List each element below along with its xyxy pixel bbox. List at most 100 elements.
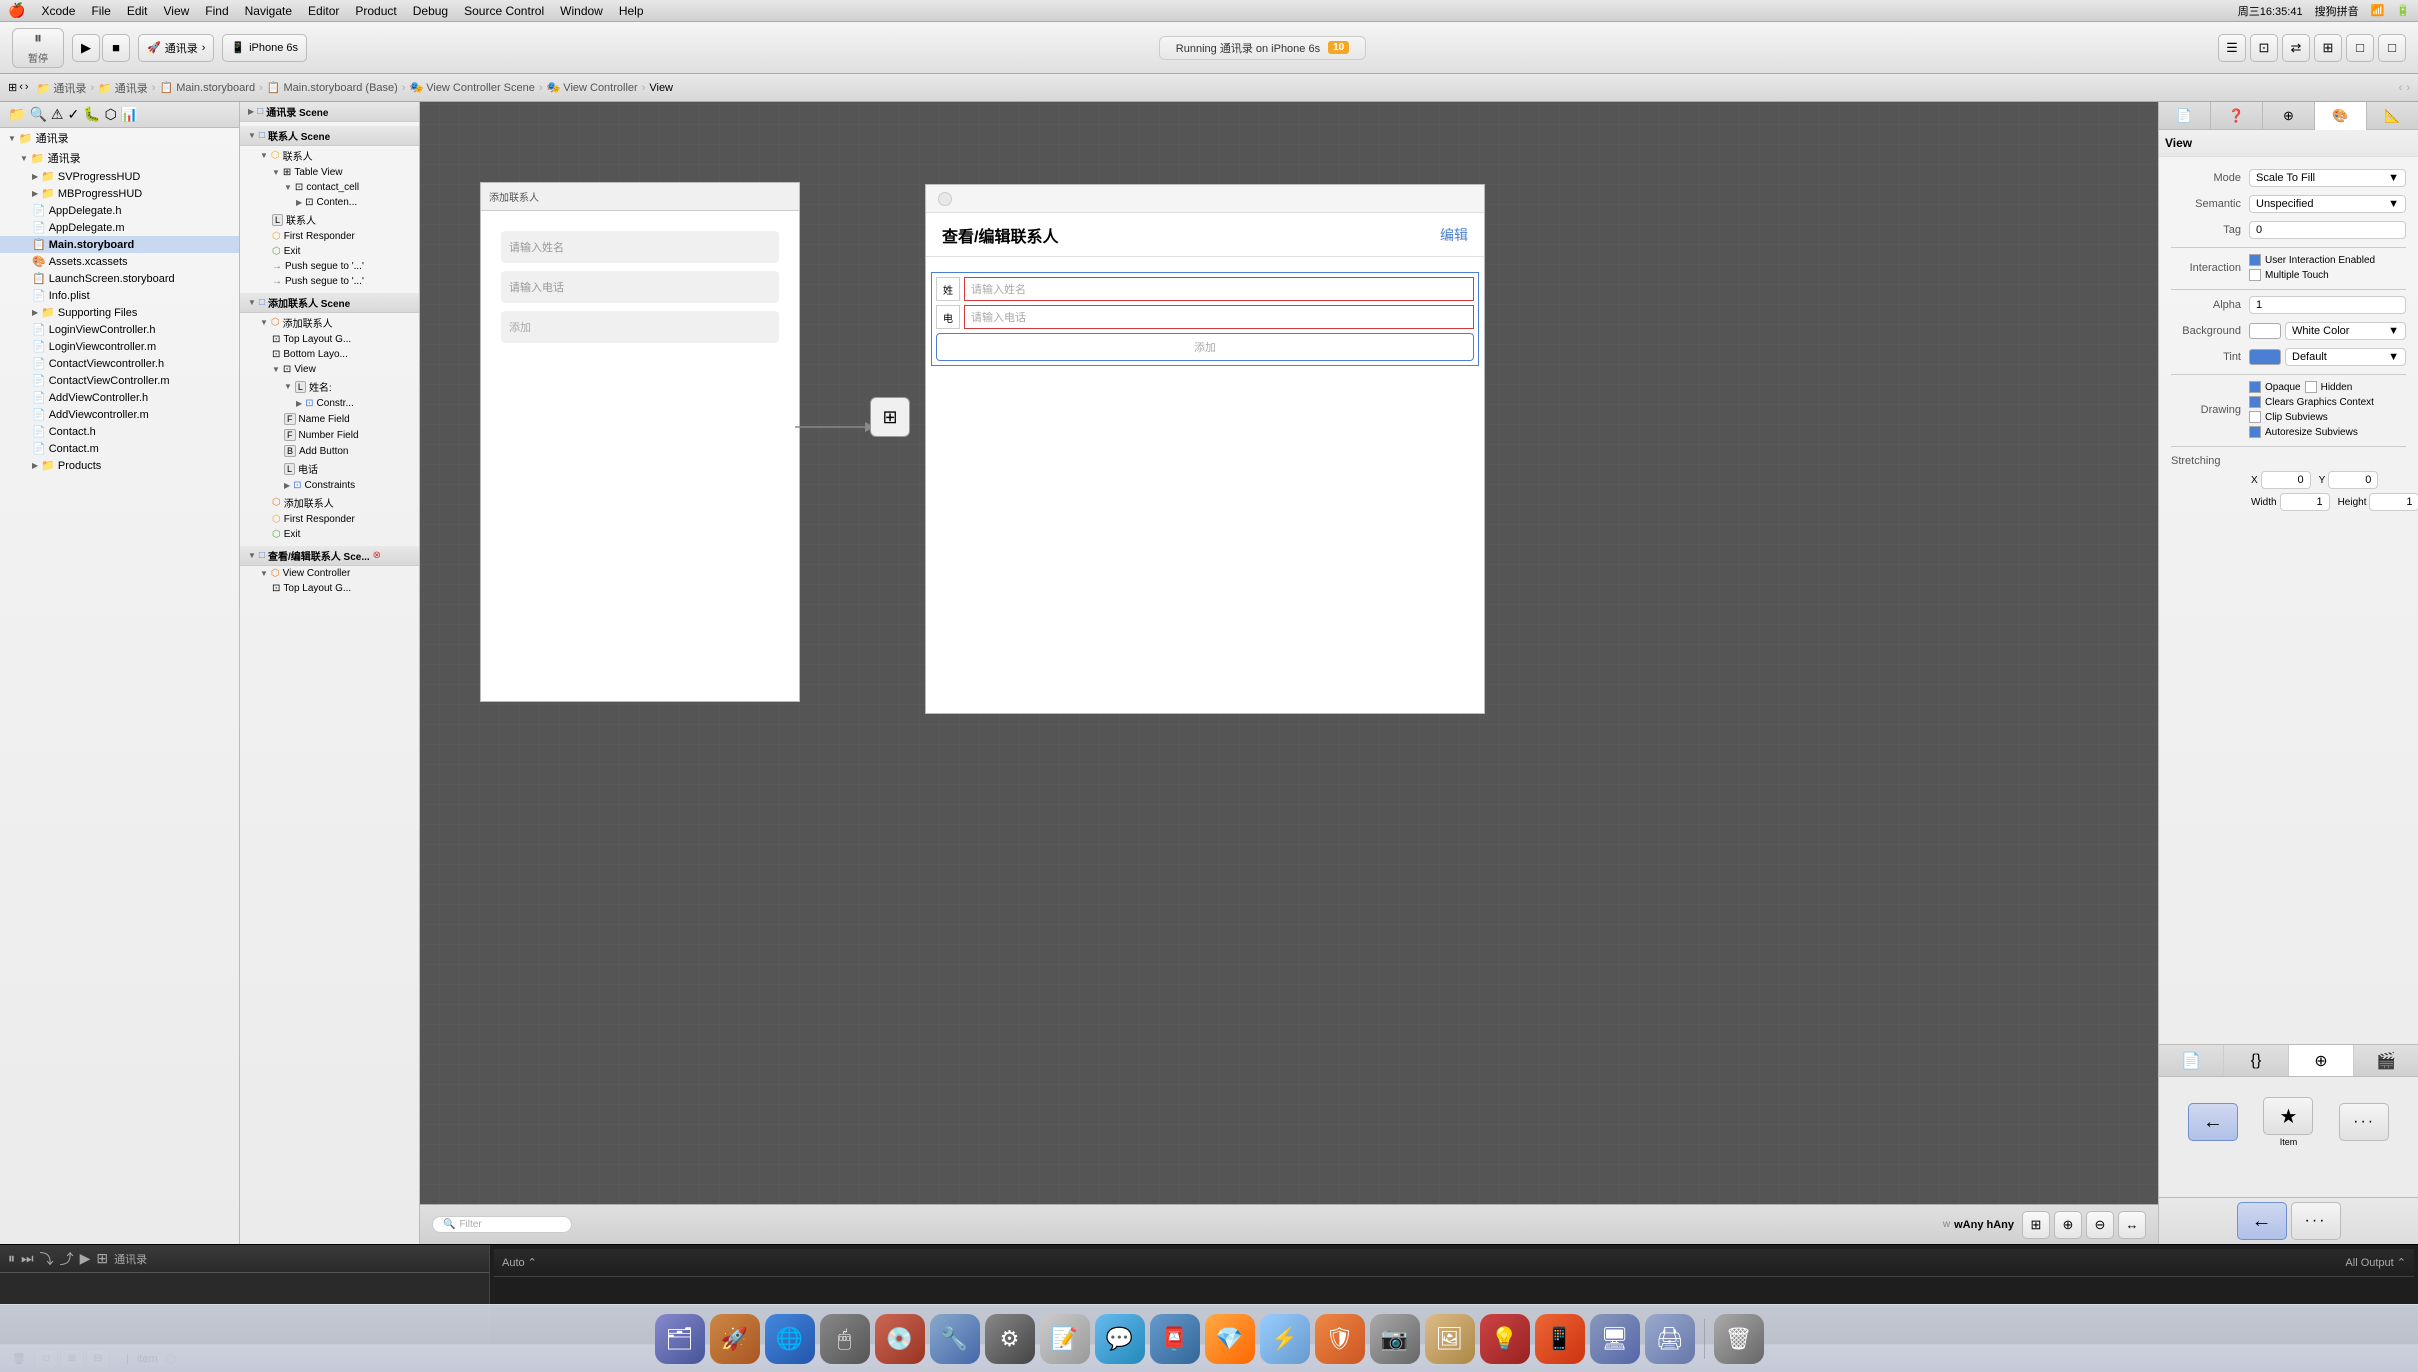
inspector-tab-quick[interactable]: ❓	[2211, 102, 2263, 130]
zoom-in[interactable]: ⊕	[2054, 1211, 2082, 1239]
navigator-toggle[interactable]: ☰	[2218, 34, 2246, 62]
multiple-touch-checkbox[interactable]	[2249, 269, 2261, 281]
dock-dvd[interactable]: 💿	[875, 1314, 925, 1364]
top-layout-g2[interactable]: ⊡ Top Layout G...	[240, 581, 419, 596]
breadcrumb-forward[interactable]: ›	[25, 81, 29, 94]
tree-mbprogresshud[interactable]: ▶ 📁 MBProgressHUD	[0, 185, 239, 202]
debug-step-icon[interactable]: ⏭	[21, 1250, 34, 1267]
library-tab-object[interactable]: ⊕	[2289, 1045, 2354, 1076]
push-segue-1[interactable]: → Push segue to '...'	[240, 259, 419, 274]
nav-icon-test[interactable]: ✓	[67, 106, 79, 123]
background-swatch[interactable]	[2249, 323, 2281, 339]
tree-appdelegate-m[interactable]: 📄 AppDelegate.m	[0, 219, 239, 236]
dock-security[interactable]: 🛡	[1315, 1314, 1365, 1364]
clears-checkbox[interactable]	[2249, 396, 2261, 408]
exit-2[interactable]: ⬡ Exit	[240, 527, 419, 542]
breadcrumb-item-5[interactable]: 🎭 View Controller Scene	[409, 81, 534, 94]
semantic-value[interactable]: Unspecified ▼	[2249, 195, 2406, 213]
tint-swatch[interactable]	[2249, 349, 2281, 365]
breadcrumb-item-1[interactable]: 📁 通讯录	[37, 80, 87, 96]
exit-1[interactable]: ⬡ Exit	[240, 244, 419, 259]
library-tab-code[interactable]: {}	[2224, 1045, 2289, 1076]
xingming[interactable]: ▼ L 姓名:	[240, 377, 419, 396]
run-button[interactable]: ▶	[72, 34, 100, 62]
dock-notes[interactable]: 📝	[1040, 1314, 1090, 1364]
dock-server[interactable]: 🖥	[1590, 1314, 1640, 1364]
alpha-value[interactable]: 1	[2249, 296, 2406, 314]
breadcrumb-warn-fwd[interactable]: ›	[2406, 82, 2410, 94]
scheme-selector[interactable]: 🚀 通讯录 ›	[138, 34, 214, 62]
menu-navigate[interactable]: Navigate	[245, 4, 292, 18]
breadcrumb-item-3[interactable]: 📋 Main.storyboard	[159, 81, 255, 94]
bottom-back-btn[interactable]: ←	[2237, 1202, 2287, 1240]
bottom-dots-btn[interactable]: ···	[2291, 1202, 2341, 1240]
breakpoint-button[interactable]: ⊡	[2250, 34, 2278, 62]
editor-toggle1[interactable]: □	[2346, 34, 2374, 62]
pause-button[interactable]: ⏸ 暂停	[12, 28, 64, 68]
debug-step-in-icon[interactable]: ⤵	[40, 1249, 54, 1269]
size-selector[interactable]: w wAny hAny	[1943, 1219, 2014, 1231]
expand-icon[interactable]: ▶	[32, 461, 38, 470]
table-view[interactable]: ▼ ⊞ Table View	[240, 165, 419, 180]
name-field[interactable]: F Name Field	[240, 411, 419, 427]
back-forward[interactable]: ⇄	[2282, 34, 2310, 62]
contact-cell[interactable]: ▼ ⊡ contact_cell	[240, 180, 419, 195]
tree-launch-storyboard[interactable]: 📋 LaunchScreen.storyboard	[0, 270, 239, 287]
dock-print[interactable]: 🖨	[1645, 1314, 1695, 1364]
zoom-out[interactable]: ⊖	[2086, 1211, 2114, 1239]
tree-addvc-h[interactable]: 📄 AddViewController.h	[0, 389, 239, 406]
breadcrumb-item-2[interactable]: 📁 通讯录	[98, 80, 148, 96]
tree-contact-m[interactable]: 📄 Contact.m	[0, 440, 239, 457]
tree-main-storyboard[interactable]: 📋 Main.storyboard	[0, 236, 239, 253]
debug-step-out-icon[interactable]: ⤴	[60, 1249, 74, 1269]
library-item-dots[interactable]: ···	[2337, 1099, 2392, 1145]
warning-badge[interactable]: 10	[1328, 41, 1349, 54]
mode-value[interactable]: Scale To Fill ▼	[2249, 169, 2406, 187]
expand-icon[interactable]: ▶	[32, 308, 38, 317]
dock-sim[interactable]: 📱	[1535, 1314, 1585, 1364]
constraints-node2[interactable]: ▶ ⊡ Constraints	[240, 478, 419, 493]
scene-add[interactable]: ▼ □ 添加联系人 Scene	[240, 293, 419, 313]
expand-icon[interactable]: ▼	[20, 154, 28, 163]
device-selector[interactable]: 📱 iPhone 6s	[222, 34, 307, 62]
output-label[interactable]: All Output ⌃	[2345, 1256, 2406, 1269]
tree-addvc-m[interactable]: 📄 AddViewcontroller.m	[0, 406, 239, 423]
tree-appdelegate-h[interactable]: 📄 AppDelegate.h	[0, 202, 239, 219]
add-vc-label[interactable]: ⬡ 添加联系人	[240, 493, 419, 512]
expand-icon[interactable]: ▶	[32, 172, 38, 181]
debug-viewhierarchy-icon[interactable]: ⊞	[96, 1250, 108, 1267]
dock-messages[interactable]: 💬	[1095, 1314, 1145, 1364]
inspector-tab-attributes[interactable]: 🎨	[2315, 102, 2367, 130]
menu-editor[interactable]: Editor	[308, 4, 339, 18]
nav-icon-folder[interactable]: 📁	[8, 106, 25, 123]
zoom-fit[interactable]: ⊞	[2022, 1211, 2050, 1239]
tree-assets[interactable]: 🎨 Assets.xcassets	[0, 253, 239, 270]
constraints-node[interactable]: ▶ ⊡ Constr...	[240, 396, 419, 411]
filter-input[interactable]: 🔍 Filter	[432, 1216, 572, 1233]
scene-lianxiren[interactable]: ▼ □ 联系人 Scene	[240, 126, 419, 146]
dianhua-label[interactable]: L 电话	[240, 459, 419, 478]
menu-source-control[interactable]: Source Control	[464, 4, 544, 18]
breadcrumb-back[interactable]: ‹	[19, 81, 23, 94]
tree-svprogresshud[interactable]: ▶ 📁 SVProgressHUD	[0, 168, 239, 185]
menu-xcode[interactable]: Xcode	[41, 4, 75, 18]
first-responder-1[interactable]: ⬡ First Responder	[240, 229, 419, 244]
view-ctrl[interactable]: ▼ ⬡ View Controller	[240, 566, 419, 581]
editor-toggle2[interactable]: □	[2378, 34, 2406, 62]
inspector-tab-file[interactable]: 📄	[2159, 102, 2211, 130]
close-dot[interactable]	[938, 192, 952, 206]
x-field[interactable]: 0	[2261, 471, 2311, 489]
tree-loginvc-h[interactable]: 📄 LoginViewController.h	[0, 321, 239, 338]
menu-find[interactable]: Find	[205, 4, 228, 18]
menu-product[interactable]: Product	[355, 4, 396, 18]
opaque-checkbox[interactable]	[2249, 381, 2261, 393]
dock-mail[interactable]: 📮	[1150, 1314, 1200, 1364]
first-responder-2[interactable]: ⬡ First Responder	[240, 512, 419, 527]
dock-sketch[interactable]: 💎	[1205, 1314, 1255, 1364]
dock-pp[interactable]: 💡	[1480, 1314, 1530, 1364]
tree-contactvc-h[interactable]: 📄 ContactViewcontroller.h	[0, 355, 239, 372]
tree-item-root[interactable]: ▼ 📁 通讯录	[0, 128, 239, 148]
autoresize-checkbox[interactable]	[2249, 426, 2261, 438]
lianxiren-label[interactable]: L 联系人	[240, 210, 419, 229]
menu-file[interactable]: File	[91, 4, 110, 18]
